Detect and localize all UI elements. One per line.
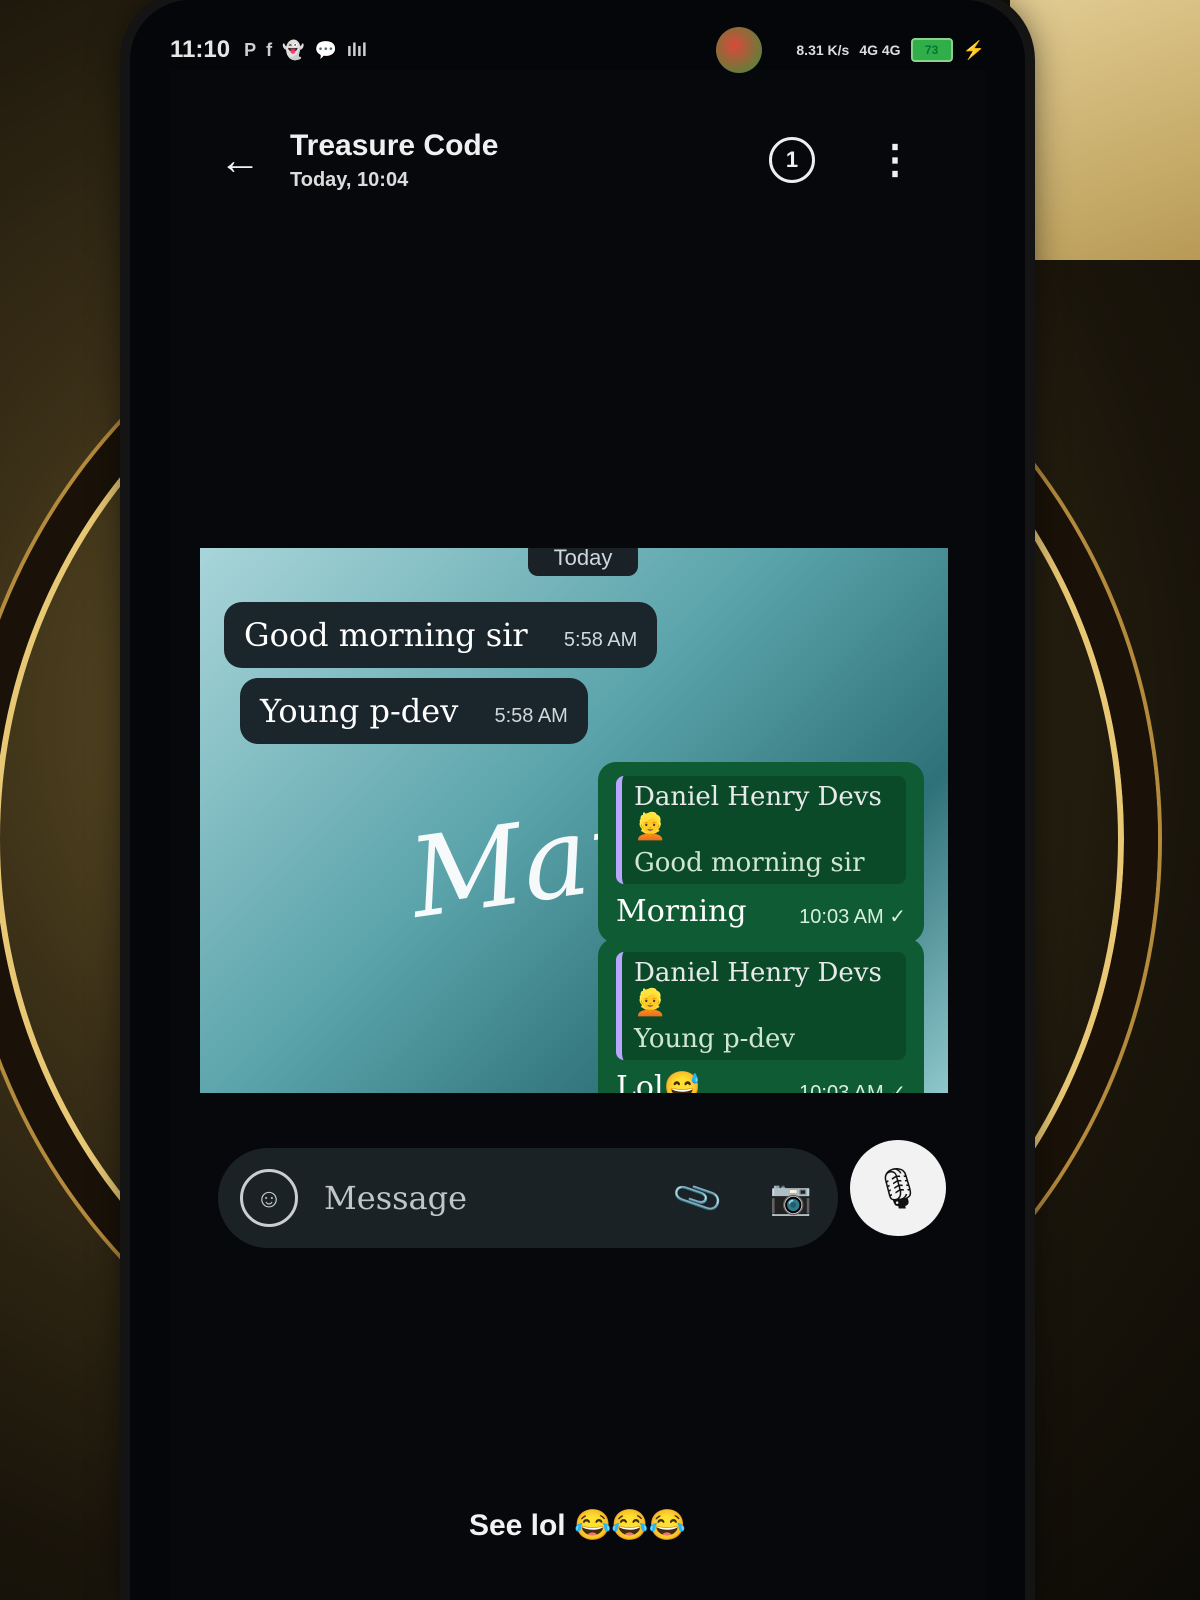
- net-speed: 8.31 K/s: [796, 42, 850, 58]
- phone-frame: 11:10 P f 👻 💬 ılıl 8.31 K/s 4G 4G 73 ⚡ ←…: [130, 0, 1025, 1600]
- facebook-icon: f: [266, 39, 273, 60]
- message-input-bar: ☺ Message 📎 📷: [218, 1148, 838, 1248]
- incoming-message[interactable]: Good morning sir 5:58 AM: [224, 602, 658, 668]
- profile-avatar-icon[interactable]: [716, 27, 763, 73]
- signal-icon: 4G 4G: [859, 42, 901, 58]
- outgoing-message[interactable]: Daniel Henry Devs👱 Young p-dev Lol😅 10:0…: [598, 938, 924, 1093]
- outgoing-message[interactable]: Daniel Henry Devs👱 Good morning sir Morn…: [598, 762, 924, 943]
- contact-name: Treasure Code: [290, 128, 499, 162]
- message-input[interactable]: Message: [324, 1179, 467, 1217]
- message-text: Young p-dev: [260, 692, 459, 730]
- message-time: 5:58 AM: [494, 705, 568, 727]
- message-time: 5:58 AM: [563, 629, 638, 651]
- wall-background: [1010, 0, 1200, 260]
- status-right: 8.31 K/s 4G 4G 73 ⚡: [716, 27, 985, 73]
- back-arrow-icon[interactable]: ←: [210, 130, 270, 190]
- day-chip: Today: [528, 548, 638, 576]
- message-row: Lol😅 10:03 AM ✓: [616, 1070, 906, 1093]
- chat-area: Man Today Good morning sir 5:58 AM Young…: [200, 548, 948, 1093]
- snapchat-icon: 👻: [282, 39, 305, 60]
- photo-caption: See lol 😂😂😂: [468, 1509, 687, 1542]
- message-text: Good morning sir: [244, 616, 528, 654]
- charging-icon: ⚡: [962, 39, 985, 60]
- more-options-icon[interactable]: ⋮: [875, 140, 915, 180]
- quote-text: Good morning sir: [634, 848, 865, 878]
- quote-author: Daniel Henry Devs👱: [634, 958, 882, 1018]
- header-actions: 1 ⋮: [769, 137, 915, 183]
- status-bar: 11:10 P f 👻 💬 ılıl 8.31 K/s 4G 4G 73 ⚡: [170, 27, 985, 73]
- quote-author: Daniel Henry Devs👱: [634, 782, 882, 842]
- message-text: Morning: [616, 894, 747, 929]
- camera-icon[interactable]: 📷: [770, 1178, 812, 1218]
- message-text: Lol😅: [616, 1070, 701, 1093]
- microphone-icon[interactable]: 🎙: [850, 1140, 946, 1236]
- contact-info[interactable]: Treasure Code Today, 10:04: [290, 129, 498, 192]
- quoted-reply[interactable]: Daniel Henry Devs👱 Good morning sir: [616, 776, 906, 884]
- attachment-icon[interactable]: 📎: [670, 1170, 727, 1226]
- last-seen: Today, 10:04: [290, 168, 409, 191]
- notif-icon-1: P: [244, 39, 257, 60]
- audio-icon: ılıl: [346, 39, 367, 60]
- quote-text: Young p-dev: [634, 1024, 796, 1054]
- chat-header: ← Treasure Code Today, 10:04 1 ⋮: [170, 100, 985, 220]
- disappearing-timer-icon[interactable]: 1: [769, 137, 815, 183]
- status-time: 11:10: [170, 36, 231, 63]
- message-icon: 💬: [314, 39, 337, 60]
- quoted-reply[interactable]: Daniel Henry Devs👱 Young p-dev: [616, 952, 906, 1060]
- message-time: 10:03 AM ✓: [799, 906, 906, 928]
- sticker-icon[interactable]: ☺: [240, 1169, 298, 1227]
- incoming-message[interactable]: Young p-dev 5:58 AM: [240, 678, 588, 744]
- notification-icons: P f 👻 💬 ılıl: [244, 40, 367, 61]
- message-row: Morning 10:03 AM ✓: [616, 894, 906, 929]
- battery-icon: 73: [910, 38, 953, 62]
- message-time: 10:03 AM ✓: [799, 1082, 906, 1093]
